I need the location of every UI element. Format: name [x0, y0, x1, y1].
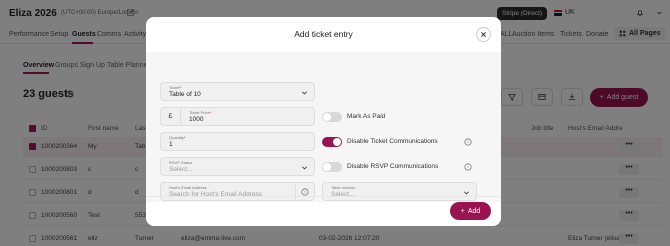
mark-as-paid-label: Mark As Paid: [347, 113, 386, 120]
quantity-value: 1: [169, 141, 173, 148]
ticket-value: Table of 10: [169, 91, 201, 98]
host-email-help[interactable]: ?: [295, 183, 314, 200]
modal-title: Add ticket entry: [294, 29, 353, 39]
help-icon[interactable]: ?: [464, 138, 472, 146]
close-button[interactable]: [476, 27, 491, 42]
svg-text:?: ?: [467, 165, 470, 170]
add-ticket-modal: Add ticket entry Ticket* Table of 10 £ T…: [146, 17, 501, 226]
close-icon: [481, 32, 486, 37]
svg-text:?: ?: [467, 140, 470, 145]
rsvp-status-label: RSVP Status: [169, 160, 193, 165]
help-icon: ?: [301, 187, 309, 196]
quantity-label: Quantity*: [169, 135, 186, 140]
ticket-select[interactable]: Ticket* Table of 10: [160, 82, 315, 101]
mark-as-paid-toggle[interactable]: [322, 112, 342, 122]
disable-ticket-comms-toggle[interactable]: [322, 137, 342, 147]
quantity-field[interactable]: Quantity* 1: [160, 132, 315, 151]
modal-body: Ticket* Table of 10 £ Ticket Price* 1000…: [146, 52, 501, 202]
disable-ticket-comms-label: Disable Ticket Communications: [347, 138, 438, 145]
svg-text:?: ?: [304, 189, 307, 194]
plus-icon: +: [460, 207, 465, 215]
help-icon[interactable]: ?: [464, 163, 472, 171]
chevron-down-icon: [302, 166, 307, 170]
toggle-knob: [323, 113, 331, 121]
disable-rsvp-comms-label: Disable RSVP Communications: [347, 163, 439, 170]
toggle-knob: [323, 163, 331, 171]
chevron-down-icon: [464, 191, 469, 195]
host-email-label: Host's Email Address: [169, 185, 207, 190]
footer-divider: [146, 196, 501, 197]
table-number-select[interactable]: Table number Select...: [322, 182, 477, 201]
rsvp-status-select[interactable]: RSVP Status Select...: [160, 157, 315, 176]
toggle-knob: [333, 138, 341, 146]
disable-rsvp-comms-toggle[interactable]: [322, 162, 342, 172]
rsvp-status-placeholder: Select...: [169, 166, 193, 173]
ticket-price-label: Ticket Price*: [189, 110, 212, 115]
add-button-label: Add: [467, 207, 481, 215]
add-button[interactable]: + Add: [450, 202, 491, 220]
table-number-label: Table number: [331, 185, 356, 190]
ticket-price-value: 1000: [189, 116, 204, 123]
ticket-label: Ticket*: [169, 85, 182, 90]
currency-symbol: £: [161, 108, 181, 125]
host-email-field[interactable]: Host's Email Address Search for Host's E…: [160, 182, 315, 201]
ticket-price-field[interactable]: £ Ticket Price* 1000: [160, 107, 315, 126]
chevron-down-icon: [302, 91, 307, 95]
